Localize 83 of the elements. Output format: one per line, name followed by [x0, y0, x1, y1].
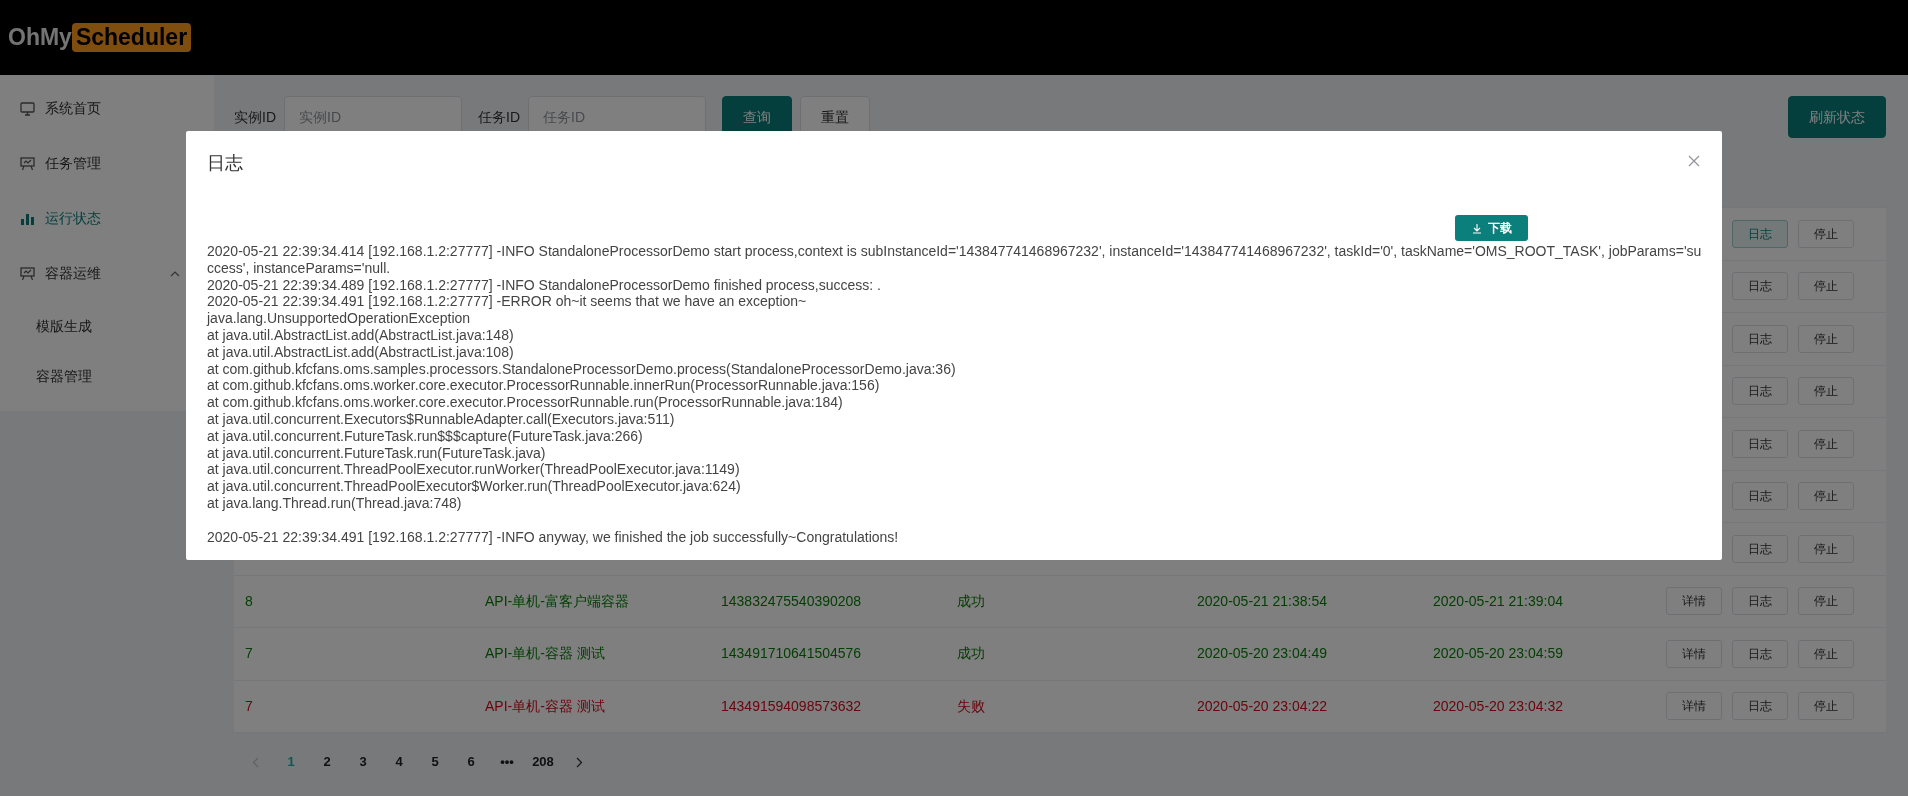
action-button[interactable]: 日志 [1732, 692, 1788, 721]
action-button[interactable]: 日志 [1732, 482, 1788, 511]
log-line: at com.github.kfcfans.oms.samples.processors.StandaloneProcessorDemo.process(StandaloneProcessorDemo.java:36) [207, 360, 956, 378]
action-button[interactable]: 详情 [1666, 639, 1722, 668]
chevron-right-icon [575, 756, 583, 768]
presentation-board-icon [20, 156, 35, 171]
log-line: at com.github.kfcfans.oms.worker.core.executor.ProcessorRunnable.run(ProcessorRunnable.java:184) [207, 394, 843, 411]
more-pages-button[interactable]: ••• [492, 752, 522, 772]
field-label: 任务ID [478, 107, 520, 127]
action-button[interactable]: 日志 [1732, 324, 1788, 353]
presentation-board-icon [20, 266, 35, 281]
action-button[interactable]: 停止 [1798, 324, 1854, 353]
logo-text: OhMy [8, 23, 72, 53]
chevron-left-icon [251, 756, 259, 768]
download-button[interactable]: 下载 [1455, 215, 1528, 241]
page-link[interactable]: 2 [312, 752, 342, 772]
log-line: at com.github.kfcfans.oms.worker.core.executor.ProcessorRunnable.innerRun(ProcessorRunnable.java:156) [207, 377, 880, 395]
table-cell-text: 2020-05-20 23:04:49 [1196, 644, 1328, 664]
log-line: 2020-05-21 22:39:34.489 [192.168.1.2:27777] -INFO StandaloneProcessorDemo finished process,success: . [207, 276, 881, 294]
action-button[interactable]: 日志 [1732, 429, 1788, 458]
dialog-title: 日志 [207, 152, 243, 175]
action-button[interactable]: 详情 [1666, 587, 1722, 616]
action-button[interactable]: 详情 [1666, 692, 1722, 721]
action-button[interactable]: 停止 [1798, 482, 1854, 511]
table-cell-text: 7 [244, 644, 254, 664]
log-line: at java.util.AbstractList.add(AbstractList.java:148) [207, 327, 514, 344]
page-link[interactable]: 5 [420, 752, 450, 772]
table-cell-text: 8 [244, 591, 254, 611]
log-line: at java.util.concurrent.ThreadPoolExecutor$Worker.run(ThreadPoolExecutor.java:624) [207, 478, 741, 495]
page-link[interactable]: 4 [384, 752, 414, 772]
log-line: at java.lang.Thread.run(Thread.java:748) [207, 494, 462, 512]
action-button[interactable]: 日志 [1732, 534, 1788, 563]
action-button[interactable]: 停止 [1798, 587, 1854, 616]
action-button[interactable]: 停止 [1798, 377, 1854, 406]
table-cell-text: 2020-05-20 23:04:59 [1432, 644, 1564, 664]
table-cell-text: API-单机-富客户端容器 [484, 591, 630, 611]
log-line: 2020-05-21 22:39:34.414 [192.168.1.2:27777] -INFO StandaloneProcessorDemo start process,context is subInstanceId='143847741468967232', instanceId='143847741468967232', taskId='0', taskName='OMS_ROOT_TASK', jobParams='su [207, 243, 1702, 260]
action-button[interactable]: 停止 [1798, 534, 1854, 563]
table-cell-text: API-单机-容器 测试 [484, 696, 606, 716]
action-button[interactable]: 日志 [1732, 639, 1788, 668]
action-button[interactable]: 日志 [1732, 587, 1788, 616]
table-cell-text: 2020-05-20 23:04:32 [1432, 696, 1564, 716]
sidebar-item[interactable]: 运行状态 [0, 191, 214, 246]
status-cell-text: 成功 [956, 591, 986, 611]
table-cell-text: 2020-05-21 21:39:04 [1432, 591, 1564, 611]
log-line: 2020-05-21 22:39:34.491 [192.168.1.2:27777] -ERROR oh~it seems that we have an exception~ [207, 293, 807, 311]
log-line: at java.util.concurrent.FutureTask.run$$$capture(FutureTask.java:266) [207, 427, 643, 445]
action-button[interactable]: 日志 [1732, 377, 1788, 406]
close-icon [1686, 153, 1702, 169]
field-label: 实例ID [234, 107, 276, 127]
log-line: at java.util.concurrent.FutureTask.run(FutureTask.java) [207, 444, 546, 462]
table-cell-text: 143491594098573632 [720, 696, 863, 716]
log-line: at java.util.concurrent.ThreadPoolExecutor.runWorker(ThreadPoolExecutor.java:1149) [207, 461, 740, 479]
table-cell-text: 7 [244, 696, 254, 716]
log-line: java.lang.UnsupportedOperationException [207, 310, 471, 327]
page-link[interactable]: 3 [348, 752, 378, 772]
table-cell-text: 143832475540390208 [720, 591, 863, 611]
download-icon [1471, 222, 1482, 234]
monitor-icon [20, 101, 35, 116]
status-cell-text: 成功 [956, 644, 986, 664]
table-cell-text: 2020-05-20 23:04:22 [1196, 696, 1328, 716]
action-button[interactable]: 日志 [1732, 272, 1788, 301]
action-button[interactable]: 停止 [1798, 219, 1854, 248]
table-cell-text: 2020-05-21 21:38:54 [1196, 591, 1328, 611]
status-cell-text: 失败 [956, 696, 986, 716]
sidebar-item[interactable]: 系统首页 [0, 81, 214, 136]
log-line: ccess', instanceParams='null. [207, 259, 391, 277]
table-cell-text: API-单机-容器 测试 [484, 644, 606, 664]
page-link[interactable]: 6 [456, 752, 486, 772]
refresh-button[interactable]: 刷新状态 [1788, 96, 1886, 138]
bar-chart-icon [20, 211, 35, 226]
action-button[interactable]: 停止 [1798, 429, 1854, 458]
page-link[interactable]: 208 [528, 752, 558, 772]
close-button[interactable] [1686, 153, 1702, 169]
logo-badge: Scheduler [71, 23, 192, 52]
action-button[interactable]: 日志 [1732, 219, 1788, 248]
log-line: 2020-05-21 22:39:34.491 [192.168.1.2:27777] -INFO anyway, we finished the job successfully~Congratulations! [207, 528, 899, 546]
action-button[interactable]: 停止 [1798, 272, 1854, 301]
table-cell-text: 143491710641504576 [720, 644, 863, 664]
log-line: at java.util.concurrent.Executors$RunnableAdapter.call(Executors.java:511) [207, 410, 675, 428]
action-button[interactable]: 停止 [1798, 639, 1854, 668]
log-line: at java.util.AbstractList.add(AbstractList.java:108) [207, 343, 514, 361]
action-button[interactable]: 停止 [1798, 692, 1854, 721]
